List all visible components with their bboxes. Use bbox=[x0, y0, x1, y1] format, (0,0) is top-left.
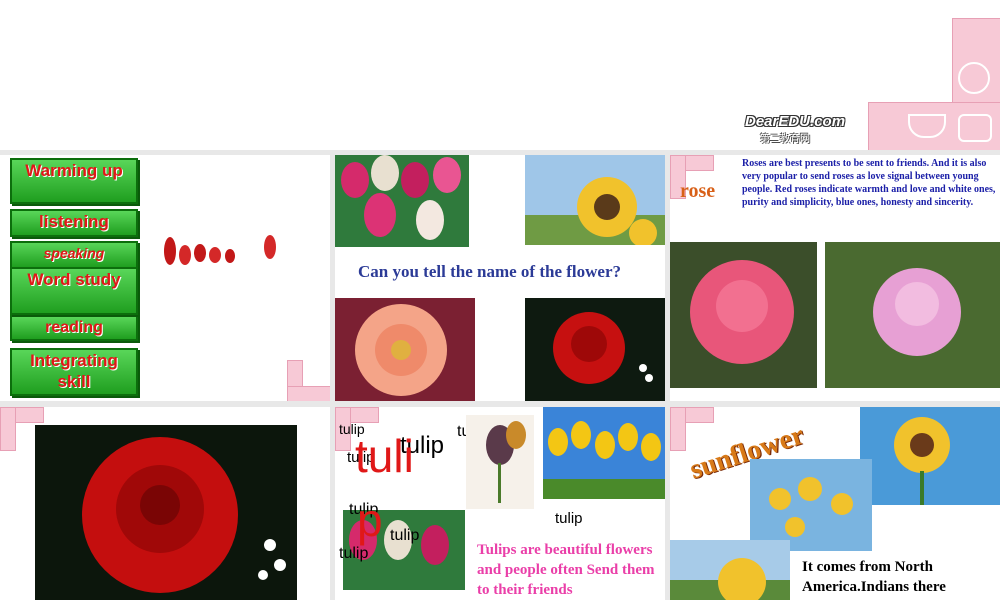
red-rose-large-photo bbox=[35, 425, 297, 600]
sunflower-photo bbox=[525, 155, 665, 245]
menu-button-integrating-skill[interactable]: Integrating skill bbox=[10, 348, 138, 396]
tulip-label: tulip bbox=[339, 545, 369, 562]
slide-thumbnail-5[interactable]: tulip tulip tulip tulip tulip tulip tuli… bbox=[335, 407, 665, 600]
tulip-drawing bbox=[466, 415, 534, 509]
menu-button-warming-up[interactable]: Warming up bbox=[10, 158, 138, 204]
tulip-description: Tulips are beautiful flowers and people … bbox=[477, 542, 655, 598]
question-text: Can you tell the name of the flower? bbox=[358, 262, 621, 281]
flower-petal-decoration bbox=[160, 233, 276, 265]
menu-button-word-study[interactable]: Word study bbox=[10, 267, 138, 315]
tulips-photo bbox=[335, 155, 469, 247]
red-rose-photo bbox=[525, 298, 665, 401]
header bbox=[0, 0, 1000, 150]
header-corner-ornament bbox=[868, 18, 1000, 152]
slide-thumbnail-4[interactable] bbox=[0, 407, 330, 600]
slide-corner-ornament-v bbox=[670, 407, 686, 451]
slide-title: rose bbox=[680, 180, 716, 202]
sunflowers-field-photo bbox=[750, 459, 872, 551]
slide-corner-ornament-v bbox=[0, 407, 16, 451]
slide-thumbnail-6[interactable]: sunflower It comes from North America.In… bbox=[670, 407, 1000, 600]
yellow-tulips-photo bbox=[543, 407, 665, 499]
slide-corner-ornament-h bbox=[287, 386, 330, 401]
menu-button-speaking[interactable]: speaking bbox=[10, 241, 138, 269]
rose-description: Roses are best presents to be sent to fr… bbox=[742, 158, 996, 208]
cake-icon bbox=[958, 114, 992, 142]
brand-logo: DearEDU.com bbox=[745, 113, 846, 130]
big-red-text-2: p bbox=[357, 494, 383, 546]
tulip-label: tulip bbox=[390, 527, 420, 544]
big-red-text: tuli bbox=[355, 430, 414, 482]
menu-button-reading[interactable]: reading bbox=[10, 315, 138, 341]
sunflower-sky-photo bbox=[860, 407, 1000, 505]
peony-photo bbox=[335, 298, 475, 401]
slide-thumbnail-2[interactable]: Can you tell the name of the flower? bbox=[335, 155, 665, 401]
sunflower-description: It comes from North America.Indians ther… bbox=[802, 559, 946, 595]
sunflower-small-photo bbox=[670, 540, 790, 600]
light-pink-rose-photo bbox=[825, 242, 1000, 388]
pink-rose-photo bbox=[670, 242, 817, 388]
cup-icon bbox=[958, 62, 990, 94]
menu-button-listening[interactable]: listening bbox=[10, 209, 138, 237]
petals-graphic bbox=[164, 235, 276, 265]
tulip-caption: tulip bbox=[555, 510, 583, 527]
slide-thumbnail-1[interactable]: Warming up listening speaking reading Wo… bbox=[0, 155, 330, 401]
slide-thumbnail-3[interactable]: rose Roses are best presents to be sent … bbox=[670, 155, 1000, 401]
brand-subtitle: 第二教育网 bbox=[760, 134, 810, 145]
